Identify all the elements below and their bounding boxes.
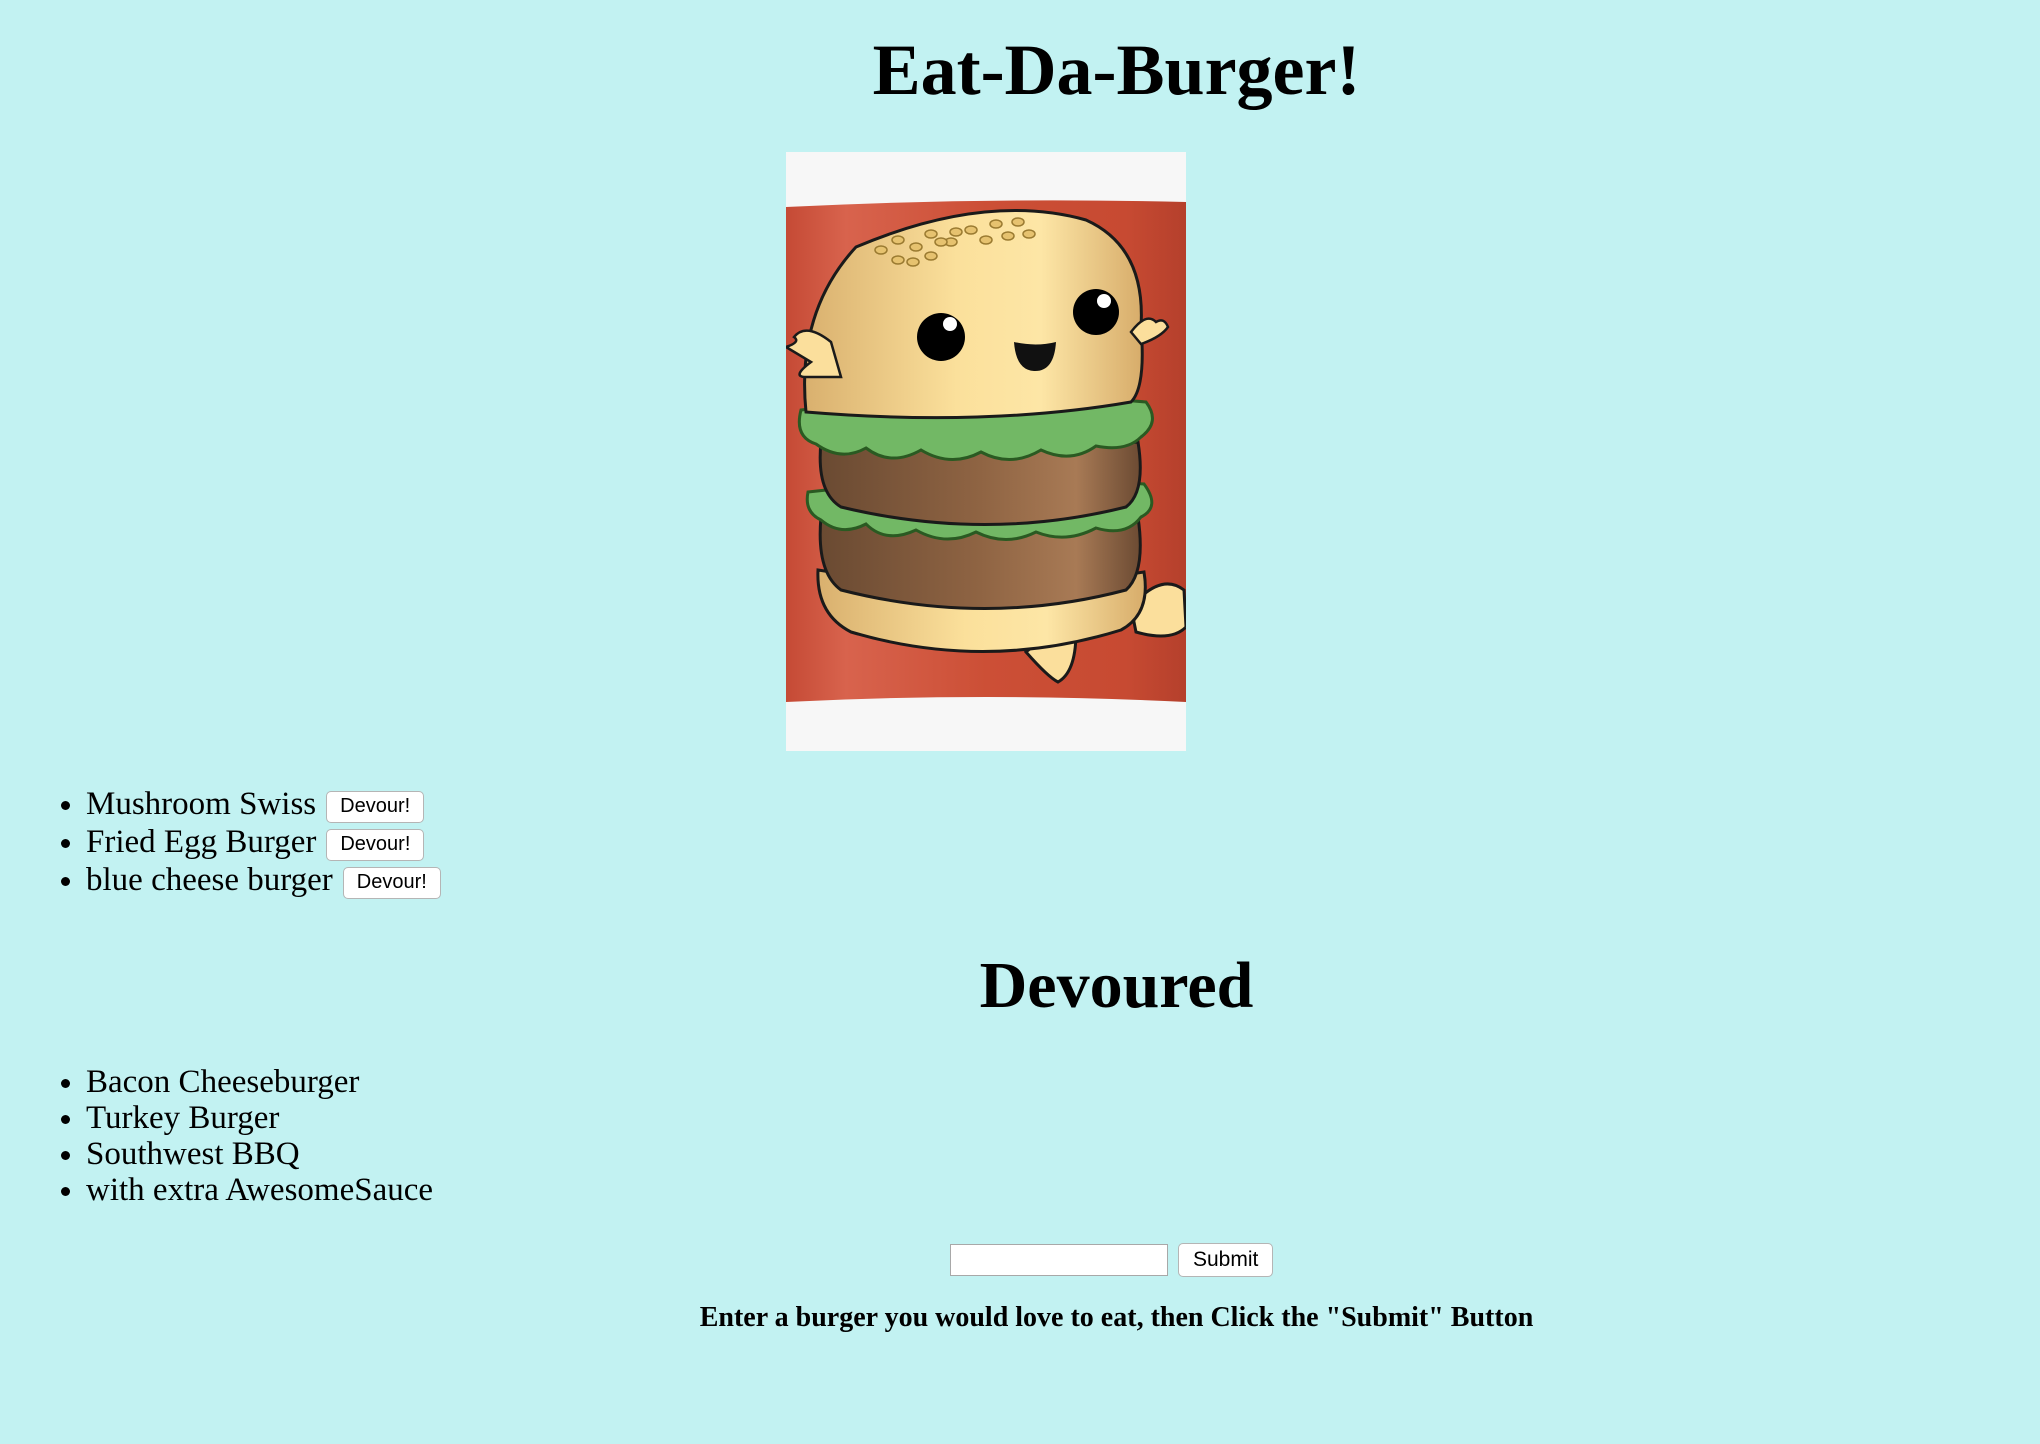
burger-name: blue cheese burger [86, 862, 333, 898]
burger-name: Mushroom Swiss [86, 786, 317, 822]
list-item: Bacon Cheeseburger [86, 1064, 433, 1100]
list-item: with extra AwesomeSauce [86, 1172, 433, 1208]
page-title: Eat-Da-Burger! [872, 30, 1361, 110]
burger-mascot-image [786, 152, 1186, 751]
devour-button[interactable]: Devour! [326, 828, 425, 861]
list-item: Southwest BBQ [86, 1136, 433, 1172]
list-item: Mushroom Swiss Devour! [86, 785, 441, 823]
form-instructions: Enter a burger you would love to eat, th… [699, 1302, 1534, 1333]
list-item: Turkey Burger [86, 1100, 433, 1136]
add-burger-form: Submit [950, 1243, 1274, 1277]
burger-name: Fried Egg Burger [86, 824, 317, 860]
list-item: Fried Egg Burger Devour! [86, 823, 441, 861]
page: Eat-Da-Burger! • Mushroom Swiss Devour! … [0, 0, 2040, 1444]
list-item: blue cheese burger Devour! [86, 861, 441, 899]
devour-button[interactable]: Devour! [342, 866, 441, 899]
submit-button[interactable]: Submit [1178, 1243, 1274, 1277]
burger-name-input[interactable] [950, 1244, 1168, 1276]
uneaten-burger-list: Mushroom Swiss Devour! Fried Egg Burger De… [0, 785, 441, 899]
devoured-burger-list: Bacon Cheeseburger Turkey Burger Southwe… [0, 1064, 433, 1208]
devoured-heading: Devoured [979, 949, 1254, 1022]
devour-button[interactable]: Devour! [326, 790, 425, 823]
